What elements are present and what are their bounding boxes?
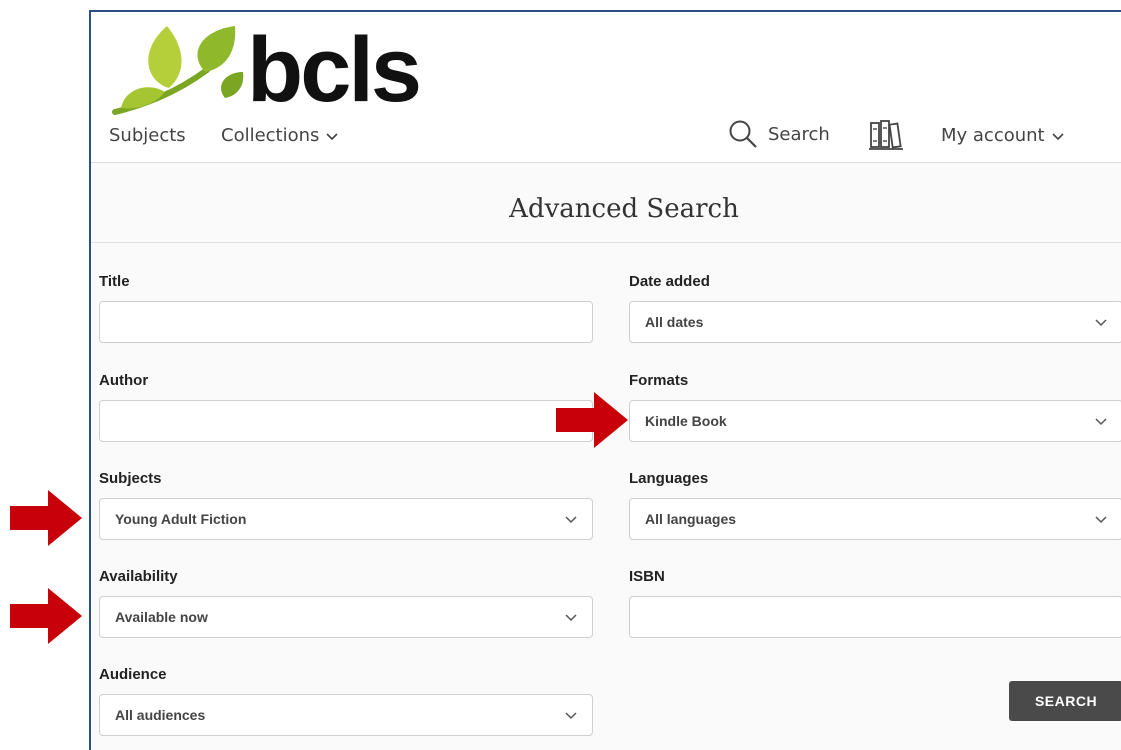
formats-label: Formats	[629, 372, 689, 389]
bcls-leaf-logo-icon	[112, 26, 244, 115]
isbn-input[interactable]	[629, 596, 1121, 638]
audience-select[interactable]: All audiences	[99, 694, 593, 736]
chevron-down-icon	[565, 516, 577, 524]
formats-value: Kindle Book	[645, 413, 727, 429]
site-header: bcls Subjects Collections Search My acco…	[91, 12, 1121, 163]
subjects-value: Young Adult Fiction	[115, 511, 247, 527]
account-label: My account	[941, 125, 1045, 146]
search-button[interactable]: Search	[728, 119, 830, 149]
my-account-menu[interactable]: My account	[941, 125, 1065, 146]
subjects-label: Subjects	[99, 470, 162, 487]
nav-subjects[interactable]: Subjects	[109, 125, 186, 146]
audience-value: All audiences	[115, 707, 206, 723]
audience-label: Audience	[99, 666, 167, 683]
chevron-down-icon	[1052, 132, 1064, 140]
date-added-value: All dates	[645, 314, 704, 330]
languages-label: Languages	[629, 470, 709, 487]
languages-select[interactable]: All languages	[629, 498, 1121, 540]
availability-value: Available now	[115, 609, 208, 625]
submit-search-button[interactable]: SEARCH	[1009, 681, 1121, 721]
annotation-arrow-formats	[556, 392, 628, 448]
chevron-down-icon	[565, 712, 577, 720]
date-added-label: Date added	[629, 273, 710, 290]
site-logo[interactable]: bcls	[107, 12, 447, 124]
subjects-select[interactable]: Young Adult Fiction	[99, 498, 593, 540]
search-icon	[729, 120, 757, 148]
annotation-arrow-availability	[10, 588, 82, 644]
chevron-down-icon	[326, 132, 338, 140]
title-input[interactable]	[99, 301, 593, 343]
nav-collections-label: Collections	[221, 125, 320, 146]
languages-value: All languages	[645, 511, 737, 527]
date-added-select[interactable]: All dates	[629, 301, 1121, 343]
chevron-down-icon	[1095, 418, 1107, 426]
logo-text: bcls	[247, 19, 422, 121]
browser-frame: bcls Subjects Collections Search My acco…	[89, 10, 1121, 750]
chevron-down-icon	[1095, 516, 1107, 524]
nav-collections[interactable]: Collections	[221, 125, 339, 146]
availability-select[interactable]: Available now	[99, 596, 593, 638]
formats-select[interactable]: Kindle Book	[629, 400, 1121, 442]
books-button[interactable]	[869, 119, 903, 156]
chevron-down-icon	[1095, 319, 1107, 327]
chevron-down-icon	[565, 614, 577, 622]
nav-subjects-label: Subjects	[109, 125, 186, 146]
page-title: Advanced Search	[509, 194, 739, 224]
author-label: Author	[99, 372, 149, 389]
author-input[interactable]	[99, 400, 593, 442]
isbn-label: ISBN	[629, 568, 665, 585]
title-label: Title	[99, 273, 130, 290]
annotation-arrow-subjects	[10, 490, 82, 546]
books-icon	[869, 120, 903, 150]
availability-label: Availability	[99, 568, 178, 585]
search-label: Search	[768, 123, 830, 145]
